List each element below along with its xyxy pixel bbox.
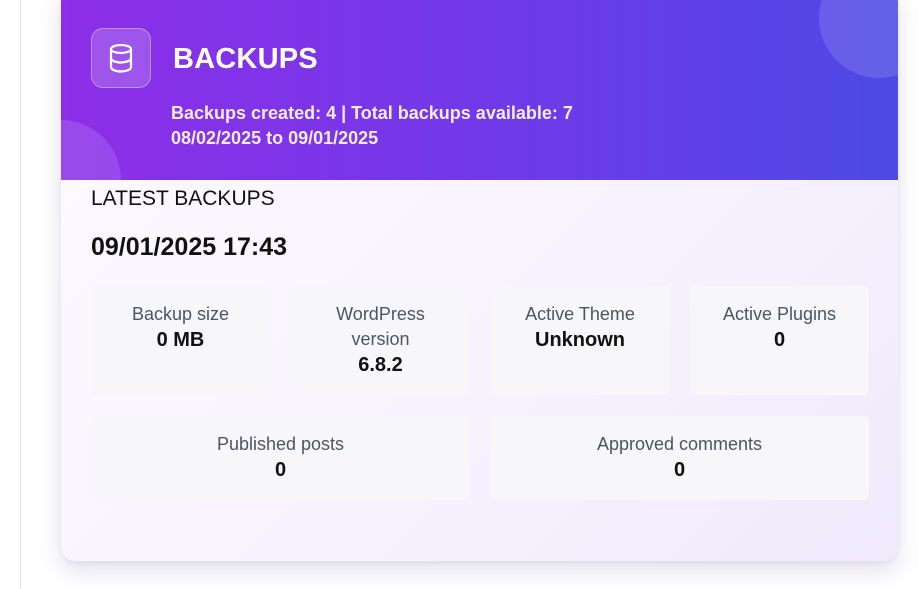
stat-value: 0 bbox=[274, 459, 287, 481]
latest-backup-timestamp: 09/01/2025 17:43 bbox=[91, 233, 288, 261]
backup-counts: Backups created: 4 | Total backups avail… bbox=[171, 103, 573, 123]
stat-approved-comments: Approved comments 0 bbox=[490, 416, 869, 500]
decorative-circle bbox=[819, 0, 898, 78]
date-range: 08/02/2025 to 09/01/2025 bbox=[171, 128, 379, 148]
page-divider bbox=[20, 0, 21, 589]
backups-header: BACKUPS Backups created: 4 | Total backu… bbox=[61, 0, 898, 180]
stat-active-plugins: Active Plugins 0 bbox=[690, 286, 869, 395]
stat-label: WordPress bbox=[336, 304, 425, 324]
page-title: BACKUPS bbox=[173, 43, 318, 75]
stat-published-posts: Published posts 0 bbox=[91, 416, 470, 500]
stat-label: Active Plugins bbox=[722, 304, 837, 324]
backup-summary: Backups created: 4 | Total backups avail… bbox=[171, 101, 573, 151]
stat-label: Active Theme bbox=[525, 304, 635, 324]
stat-label: Approved comments bbox=[596, 434, 763, 454]
stat-label: Backup size bbox=[131, 304, 230, 324]
stat-label: Published posts bbox=[216, 434, 345, 454]
stat-backup-size: Backup size 0 MB bbox=[91, 286, 270, 395]
stat-wordpress-version: WordPress version 6.8.2 bbox=[291, 286, 470, 395]
stat-value: 0 bbox=[673, 459, 686, 481]
stat-label: version bbox=[351, 329, 410, 349]
stat-value: 0 bbox=[773, 329, 786, 351]
backups-card: BACKUPS Backups created: 4 | Total backu… bbox=[61, 0, 898, 561]
stat-active-theme: Active Theme Unknown bbox=[490, 286, 670, 395]
database-icon bbox=[91, 28, 151, 88]
stat-value: 6.8.2 bbox=[358, 354, 403, 376]
decorative-circle bbox=[61, 120, 121, 180]
section-heading: LATEST BACKUPS bbox=[91, 187, 275, 210]
stat-value: Unknown bbox=[535, 329, 625, 351]
stat-value: 0 MB bbox=[156, 329, 205, 351]
